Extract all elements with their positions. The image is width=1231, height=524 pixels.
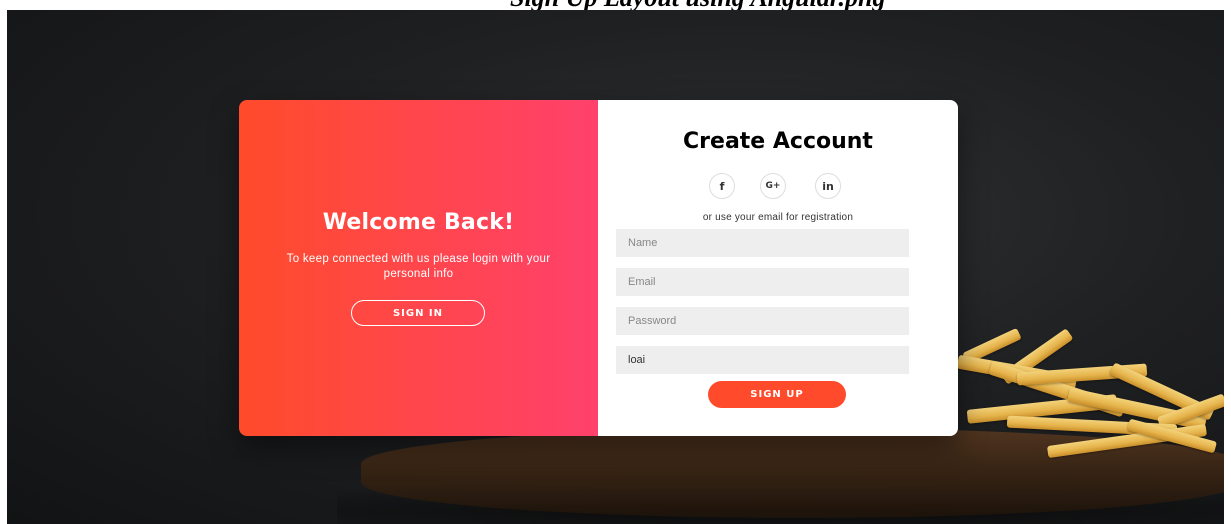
name-input[interactable] (616, 229, 909, 257)
linkedin-icon[interactable]: in (815, 173, 841, 199)
signup-form-panel: Create Account f G+ in or use your email… (598, 100, 958, 436)
image-caption: Sign Up Layout using Angular.png (0, 0, 1231, 10)
email-input[interactable] (616, 268, 909, 296)
welcome-text: To keep connected with us please login w… (286, 253, 551, 280)
auth-card: Welcome Back! To keep connected with us … (239, 100, 958, 436)
facebook-icon-glyph: f (719, 179, 725, 193)
password-input[interactable] (616, 307, 909, 335)
linkedin-icon-glyph: in (822, 179, 834, 193)
google-plus-icon-glyph: G+ (765, 181, 781, 191)
create-account-title: Create Account (683, 129, 873, 154)
welcome-overlay-panel: Welcome Back! To keep connected with us … (239, 100, 598, 436)
google-plus-icon[interactable]: G+ (760, 173, 786, 199)
sign-in-button[interactable]: SIGN IN (351, 300, 485, 326)
extra-input[interactable] (616, 346, 909, 374)
sign-up-button[interactable]: SIGN UP (708, 381, 846, 408)
caption-text: Sign Up Layout using Angular.png (510, 0, 885, 10)
welcome-title: Welcome Back! (322, 210, 515, 235)
registration-helper-text: or use your email for registration (702, 212, 854, 223)
facebook-icon[interactable]: f (709, 173, 735, 199)
